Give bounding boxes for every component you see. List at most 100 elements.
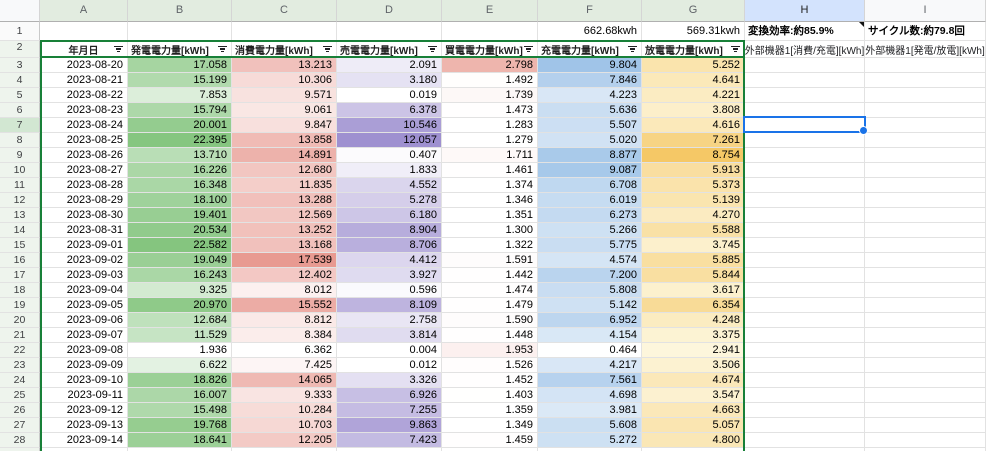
filter-icon[interactable]: [113, 44, 124, 54]
cell-charged[interactable]: 7.846: [538, 73, 642, 88]
cell-purchased[interactable]: 1.322: [442, 238, 538, 253]
cell-date[interactable]: 2023-09-06: [40, 313, 128, 328]
cell-sold[interactable]: 2.091: [337, 58, 442, 73]
cell-date[interactable]: 2023-09-12: [40, 403, 128, 418]
cell-sold[interactable]: 0.596: [337, 283, 442, 298]
cell-h-empty[interactable]: [745, 373, 865, 388]
cell-consumption[interactable]: 13.288: [232, 193, 337, 208]
cell-generation[interactable]: 1.936: [128, 343, 232, 358]
filter-icon[interactable]: [322, 44, 333, 54]
cell-h-empty[interactable]: [745, 223, 865, 238]
cell-sold[interactable]: 3.326: [337, 373, 442, 388]
select-all-corner[interactable]: [0, 0, 40, 22]
fill-handle[interactable]: [859, 126, 868, 135]
cell-sold[interactable]: 0.407: [337, 148, 442, 163]
cell-date[interactable]: 2023-09-01: [40, 238, 128, 253]
cell-generation[interactable]: 7.853: [128, 88, 232, 103]
cell-charged[interactable]: 5.020: [538, 133, 642, 148]
cell-h-empty[interactable]: [745, 358, 865, 373]
cell-consumption[interactable]: 14.891: [232, 148, 337, 163]
cell-h-empty[interactable]: [745, 313, 865, 328]
row-number[interactable]: 4: [0, 73, 40, 88]
cell-charged[interactable]: 5.808: [538, 283, 642, 298]
cell-E1[interactable]: [442, 22, 538, 41]
cell-sold[interactable]: 9.863: [337, 418, 442, 433]
cell-discharged[interactable]: 5.057: [642, 418, 745, 433]
cell-date[interactable]: 2023-08-21: [40, 73, 128, 88]
filter-header-date[interactable]: 年月日: [40, 41, 128, 58]
cell-generation[interactable]: 9.325: [128, 283, 232, 298]
filter-icon[interactable]: [523, 44, 534, 54]
cell-discharged[interactable]: 3.506: [642, 358, 745, 373]
column-header-b[interactable]: B: [128, 0, 232, 22]
row-number[interactable]: 6: [0, 103, 40, 118]
row-number[interactable]: 25: [0, 388, 40, 403]
cell-date[interactable]: 2023-08-22: [40, 88, 128, 103]
cell-charged[interactable]: 8.877: [538, 148, 642, 163]
cell-sold[interactable]: 6.926: [337, 388, 442, 403]
cell-charged[interactable]: 9.087: [538, 163, 642, 178]
cell-discharged[interactable]: 4.800: [642, 433, 745, 448]
cell-h-empty[interactable]: [745, 343, 865, 358]
cell-sold[interactable]: 10.546: [337, 118, 442, 133]
cell-date[interactable]: 2023-09-09: [40, 358, 128, 373]
cell-generation[interactable]: 18.100: [128, 193, 232, 208]
cell-discharged[interactable]: 5.139: [642, 193, 745, 208]
filter-header-purchased[interactable]: 買電電力量[kWh]: [442, 41, 538, 58]
cell-date[interactable]: 2023-09-07: [40, 328, 128, 343]
cell-discharged[interactable]: 5.885: [642, 253, 745, 268]
cell-sold[interactable]: 12.057: [337, 133, 442, 148]
row-number[interactable]: 16: [0, 253, 40, 268]
row-number[interactable]: 21: [0, 328, 40, 343]
cell-i-empty[interactable]: [865, 343, 986, 358]
cell-i-empty[interactable]: [865, 328, 986, 343]
cell-sold[interactable]: 8.706: [337, 238, 442, 253]
filter-header-generation[interactable]: 発電電力量[kWh]: [128, 41, 232, 58]
cell-purchased[interactable]: 1.461: [442, 163, 538, 178]
cell-discharged[interactable]: 4.674: [642, 373, 745, 388]
row-number[interactable]: 19: [0, 298, 40, 313]
cell-consumption[interactable]: 11.835: [232, 178, 337, 193]
cell-generation[interactable]: 22.395: [128, 133, 232, 148]
cell-charged[interactable]: 5.142: [538, 298, 642, 313]
cell-charged[interactable]: 4.217: [538, 358, 642, 373]
cell-sold[interactable]: 3.927: [337, 268, 442, 283]
cell-h-empty[interactable]: [745, 163, 865, 178]
column-header-d[interactable]: D: [337, 0, 442, 22]
cell-consumption[interactable]: 10.284: [232, 403, 337, 418]
cell-i-empty[interactable]: [865, 418, 986, 433]
cell-generation[interactable]: 18.826: [128, 373, 232, 388]
cell-i-empty[interactable]: [865, 358, 986, 373]
cell-charged[interactable]: 7.200: [538, 268, 642, 283]
cell-purchased[interactable]: 1.346: [442, 193, 538, 208]
cell-i-empty[interactable]: [865, 73, 986, 88]
row-number[interactable]: 20: [0, 313, 40, 328]
cell-consumption[interactable]: 12.402: [232, 268, 337, 283]
selection-box[interactable]: [743, 116, 868, 135]
cell-purchased[interactable]: 1.526: [442, 358, 538, 373]
column-header-f[interactable]: F: [538, 0, 642, 22]
cell-sold[interactable]: 0.012: [337, 358, 442, 373]
row-number[interactable]: 3: [0, 58, 40, 73]
cell-generation[interactable]: 12.684: [128, 313, 232, 328]
cell-i-empty[interactable]: [865, 178, 986, 193]
cell-i-empty[interactable]: [865, 163, 986, 178]
filter-header-sold[interactable]: 売電電力量[kWh]: [337, 41, 442, 58]
cell-h-empty[interactable]: [745, 388, 865, 403]
cell-date[interactable]: 2023-08-27: [40, 163, 128, 178]
cell-consumption[interactable]: 12.569: [232, 208, 337, 223]
cell-discharged[interactable]: 5.588: [642, 223, 745, 238]
cell-purchased[interactable]: 2.798: [442, 58, 538, 73]
cell-consumption[interactable]: 13.858: [232, 133, 337, 148]
cell-I1-cycle-count[interactable]: サイクル数:約79.8回: [865, 22, 986, 41]
filter-header-discharged[interactable]: 放電電力量[kWh]: [642, 41, 745, 58]
row-number[interactable]: 10: [0, 163, 40, 178]
column-header-e[interactable]: E: [442, 0, 538, 22]
cell-charged[interactable]: 3.981: [538, 403, 642, 418]
cell-purchased[interactable]: 1.403: [442, 388, 538, 403]
cell-purchased[interactable]: 1.448: [442, 328, 538, 343]
cell-i-empty[interactable]: [865, 433, 986, 448]
cell-purchased[interactable]: 1.590: [442, 313, 538, 328]
cell-consumption[interactable]: 12.680: [232, 163, 337, 178]
cell-purchased[interactable]: 1.442: [442, 268, 538, 283]
